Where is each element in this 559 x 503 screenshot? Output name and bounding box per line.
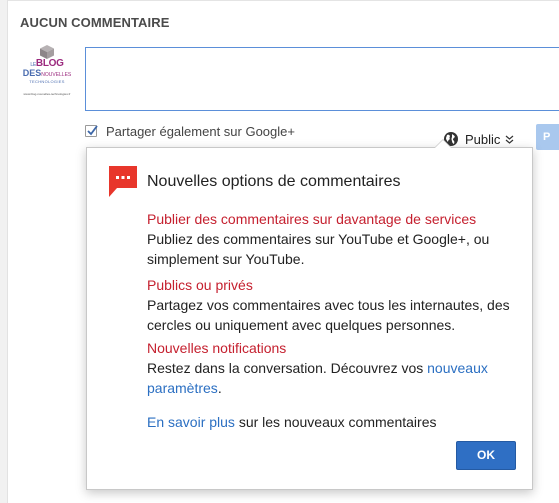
logo-text-bottom: TECHNOLOGIES: [29, 79, 65, 84]
feature-heading: Publics ou privés: [147, 277, 253, 293]
comment-bubble-icon: [109, 166, 137, 197]
feature-heading: Publier des commentaires sur davantage d…: [147, 211, 477, 227]
audience-label: Public: [465, 132, 501, 147]
popup-arrow: [435, 140, 451, 148]
post-button-label: P: [543, 131, 551, 143]
comment-input[interactable]: [86, 48, 559, 110]
popup-title: Nouvelles options de commentaires: [147, 173, 401, 190]
left-edge-strip: [0, 0, 8, 503]
avatar[interactable]: LEBLOG DESNOUVELLES TECHNOLOGIES www.blo…: [21, 45, 73, 97]
feature-more-services: Publier des commentaires sur davantage d…: [147, 209, 522, 269]
top-divider: [8, 0, 559, 1]
post-button[interactable]: P: [536, 124, 559, 150]
feature-description: Restez dans la conversation. Découvrez v…: [147, 360, 488, 396]
checkmark-icon: [87, 125, 98, 136]
feature-description: Partagez vos commentaires avec tous les …: [147, 297, 510, 333]
section-title: AUCUN COMMENTAIRE: [20, 15, 170, 30]
feature-notifications: Nouvelles notifications Restez dans la c…: [147, 338, 522, 398]
logo-url: www.blog-nouvelles-technologies.fr: [23, 92, 71, 96]
share-checkbox[interactable]: [85, 125, 98, 137]
new-comment-options-popup: Nouvelles options de commentaires Publie…: [86, 139, 533, 490]
learn-more-link[interactable]: En savoir plus: [147, 414, 235, 430]
learn-more-row: En savoir plus sur les nouveaux commenta…: [147, 414, 437, 430]
feature-public-private: Publics ou privés Partagez vos commentai…: [147, 275, 522, 335]
ok-button[interactable]: OK: [456, 441, 516, 470]
comment-input-box[interactable]: [85, 47, 559, 111]
feature-description: Publiez des commentaires sur YouTube et …: [147, 231, 490, 267]
cube-logo-icon: [40, 45, 54, 59]
share-label: Partager également sur Google+: [106, 124, 295, 139]
chevron-down-icon: [505, 135, 514, 144]
feature-heading: Nouvelles notifications: [147, 340, 287, 356]
